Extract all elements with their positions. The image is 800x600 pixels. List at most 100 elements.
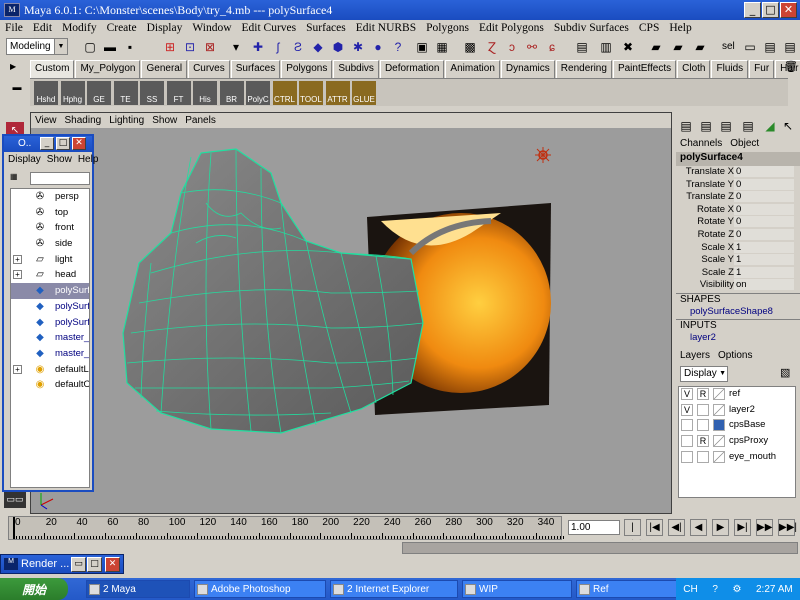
outliner-item[interactable]: ◆ master_ <box>11 346 89 362</box>
outliner-item[interactable]: ◉ defaultO <box>11 377 89 393</box>
shelf-tab-deformation[interactable]: Deformation <box>379 60 445 78</box>
play-backward-icon[interactable]: ◀ <box>690 519 707 536</box>
layer-color-swatch[interactable] <box>713 419 725 432</box>
render-close-button[interactable]: ✕ <box>105 557 120 572</box>
step-forward-frame-icon[interactable]: ▶| <box>734 519 751 536</box>
start-button[interactable]: 開始 <box>0 578 68 600</box>
layer-type-toggle[interactable] <box>697 419 709 432</box>
step-back-key-icon[interactable]: |◀ <box>646 519 663 536</box>
shelf-button-his[interactable]: His <box>193 81 217 105</box>
channel-row[interactable]: Translate Z0 <box>676 191 800 204</box>
menu-create[interactable]: Create <box>102 22 142 34</box>
hide-icon[interactable]: ▥ <box>598 39 614 55</box>
minimize-button[interactable]: _ <box>744 2 761 18</box>
outliner-close-button[interactable]: ✕ <box>72 137 86 150</box>
shelf-button-ss[interactable]: SS <box>140 81 164 105</box>
outliner-item[interactable]: + ◉ defaultL <box>11 362 89 378</box>
shelf-tab-custom[interactable]: Custom <box>30 60 75 78</box>
viewport-menu-panels[interactable]: Panels <box>181 115 220 126</box>
channel-value[interactable]: 0 <box>734 216 794 228</box>
channel-value[interactable]: 1 <box>734 266 794 278</box>
outliner-menu-display[interactable]: Display <box>8 154 41 165</box>
shelf-button-tool[interactable]: TOOL <box>299 81 323 105</box>
attr-editor-icon[interactable]: ▤ <box>698 118 714 134</box>
grid-toggle-icon[interactable]: ▩ <box>462 39 478 55</box>
outliner-item[interactable]: ✇ persp <box>11 189 89 205</box>
menu-file[interactable]: File <box>0 22 28 34</box>
channel-row[interactable]: Translate Y0 <box>676 178 800 192</box>
magnet-icon[interactable]: ↄ <box>504 39 520 55</box>
channel-row[interactable]: Rotate Y0 <box>676 216 800 229</box>
channel-menu-channels[interactable]: Channels <box>680 138 722 152</box>
time-slider-bar[interactable]: 0 20 40 60 80 100 120 140 160 180 200 220 240 260 280 3… <box>8 516 565 540</box>
expand-icon[interactable]: + <box>13 364 22 374</box>
channel-value[interactable]: 1 <box>734 241 794 253</box>
select-object-icon[interactable]: ⊡ <box>182 39 198 55</box>
outliner-item[interactable]: ✇ side <box>11 236 89 252</box>
dropdown-icon[interactable]: ▾ <box>228 39 244 55</box>
input-node[interactable]: layer2 <box>676 332 800 344</box>
channel-value[interactable]: 0 <box>734 166 794 177</box>
go-to-end-icon[interactable]: ▶▶| <box>778 519 797 536</box>
layer-display-select[interactable]: Display ▼ <box>680 366 728 382</box>
viewport-persp[interactable] <box>30 112 672 514</box>
render-restore-button[interactable]: ▭ <box>71 557 86 572</box>
shelf-tab-dynamics[interactable]: Dynamics <box>500 60 555 78</box>
layer-row[interactable]: eye_mouth <box>679 450 795 466</box>
viewport-menu-show[interactable]: Show <box>148 115 181 126</box>
channel-row[interactable]: Rotate Z0 <box>676 228 800 242</box>
select-hierarchy-icon[interactable]: ⊞ <box>162 39 178 55</box>
channel-box-icon[interactable]: ▤ <box>678 118 694 134</box>
channel-value[interactable]: 0 <box>734 178 794 190</box>
menu-edit-polygons[interactable]: Edit Polygons <box>474 22 549 34</box>
menu-edit[interactable]: Edit <box>28 22 57 34</box>
layer-row[interactable]: RcpsProxy <box>679 434 795 450</box>
expand-icon[interactable]: + <box>13 270 22 280</box>
shelf-tab-painteffects[interactable]: PaintEffects <box>612 60 677 78</box>
layer-color-swatch[interactable] <box>713 435 725 448</box>
viewport-menu-lighting[interactable]: Lighting <box>105 115 148 126</box>
shelf-button-hshd[interactable]: Hshd <box>34 81 58 105</box>
outliner-item[interactable]: ✇ top <box>11 205 89 221</box>
trash-icon[interactable]: 🗑 <box>784 60 798 76</box>
ipr-render-icon[interactable]: ▰ <box>670 39 686 55</box>
layer-color-swatch[interactable] <box>713 388 725 400</box>
network-icon[interactable]: ⚙ <box>732 584 741 595</box>
play-forward-icon[interactable]: ▶ <box>712 519 729 536</box>
range-slider-bar[interactable] <box>402 542 798 554</box>
layer-color-swatch[interactable] <box>713 450 725 463</box>
outliner-menu-help[interactable]: Help <box>78 154 99 165</box>
menu-window[interactable]: Window <box>187 22 236 34</box>
move-tool-icon[interactable]: ↖ <box>780 118 796 134</box>
shelf-tab-rendering[interactable]: Rendering <box>555 60 612 78</box>
select-component-icon[interactable]: ⊠ <box>202 39 218 55</box>
shape-node[interactable]: polySurfaceShape8 <box>676 306 800 318</box>
menu-edit-nurbs[interactable]: Edit NURBS <box>351 22 421 34</box>
menu-help[interactable]: Help <box>664 22 696 34</box>
tool-settings-icon[interactable]: ▤ <box>718 118 734 134</box>
open-scene-icon[interactable]: ▬ <box>102 39 118 55</box>
outliner-menu-show[interactable]: Show <box>47 154 72 165</box>
shelf-button-ge[interactable]: GE <box>87 81 111 105</box>
layer-visibility-toggle[interactable] <box>681 450 693 463</box>
channel-layers-icon[interactable]: ▤ <box>740 118 756 134</box>
shelf-button-ctrl[interactable]: CTRL <box>272 81 297 105</box>
menu-cps[interactable]: CPS <box>634 22 664 34</box>
layer-color-swatch[interactable] <box>713 403 725 416</box>
shelf-tab-curves[interactable]: Curves <box>188 60 230 78</box>
shelf-button-br[interactable]: BR <box>219 81 244 105</box>
menu-modify[interactable]: Modify <box>57 22 102 34</box>
shelf-button-attr[interactable]: ATTR <box>325 81 350 105</box>
layer-visibility-toggle[interactable] <box>681 419 693 432</box>
snap-grid-icon[interactable]: ✚ <box>250 39 266 55</box>
shelf-button-ft[interactable]: FT <box>166 81 191 105</box>
render-settings-icon[interactable]: ▰ <box>692 39 708 55</box>
lock-icon[interactable]: ▣ <box>414 39 430 55</box>
close-button[interactable]: ✕ <box>780 2 797 18</box>
layer-menu-options[interactable]: Options <box>718 350 752 361</box>
mode-select[interactable]: Modeling ▼ <box>6 38 68 55</box>
help-icon[interactable]: ? <box>712 584 718 595</box>
outliner-item[interactable]: ◆ polySurf <box>11 315 89 331</box>
channel-row[interactable]: Translate X0 <box>676 166 800 179</box>
current-time-marker[interactable] <box>13 517 15 539</box>
